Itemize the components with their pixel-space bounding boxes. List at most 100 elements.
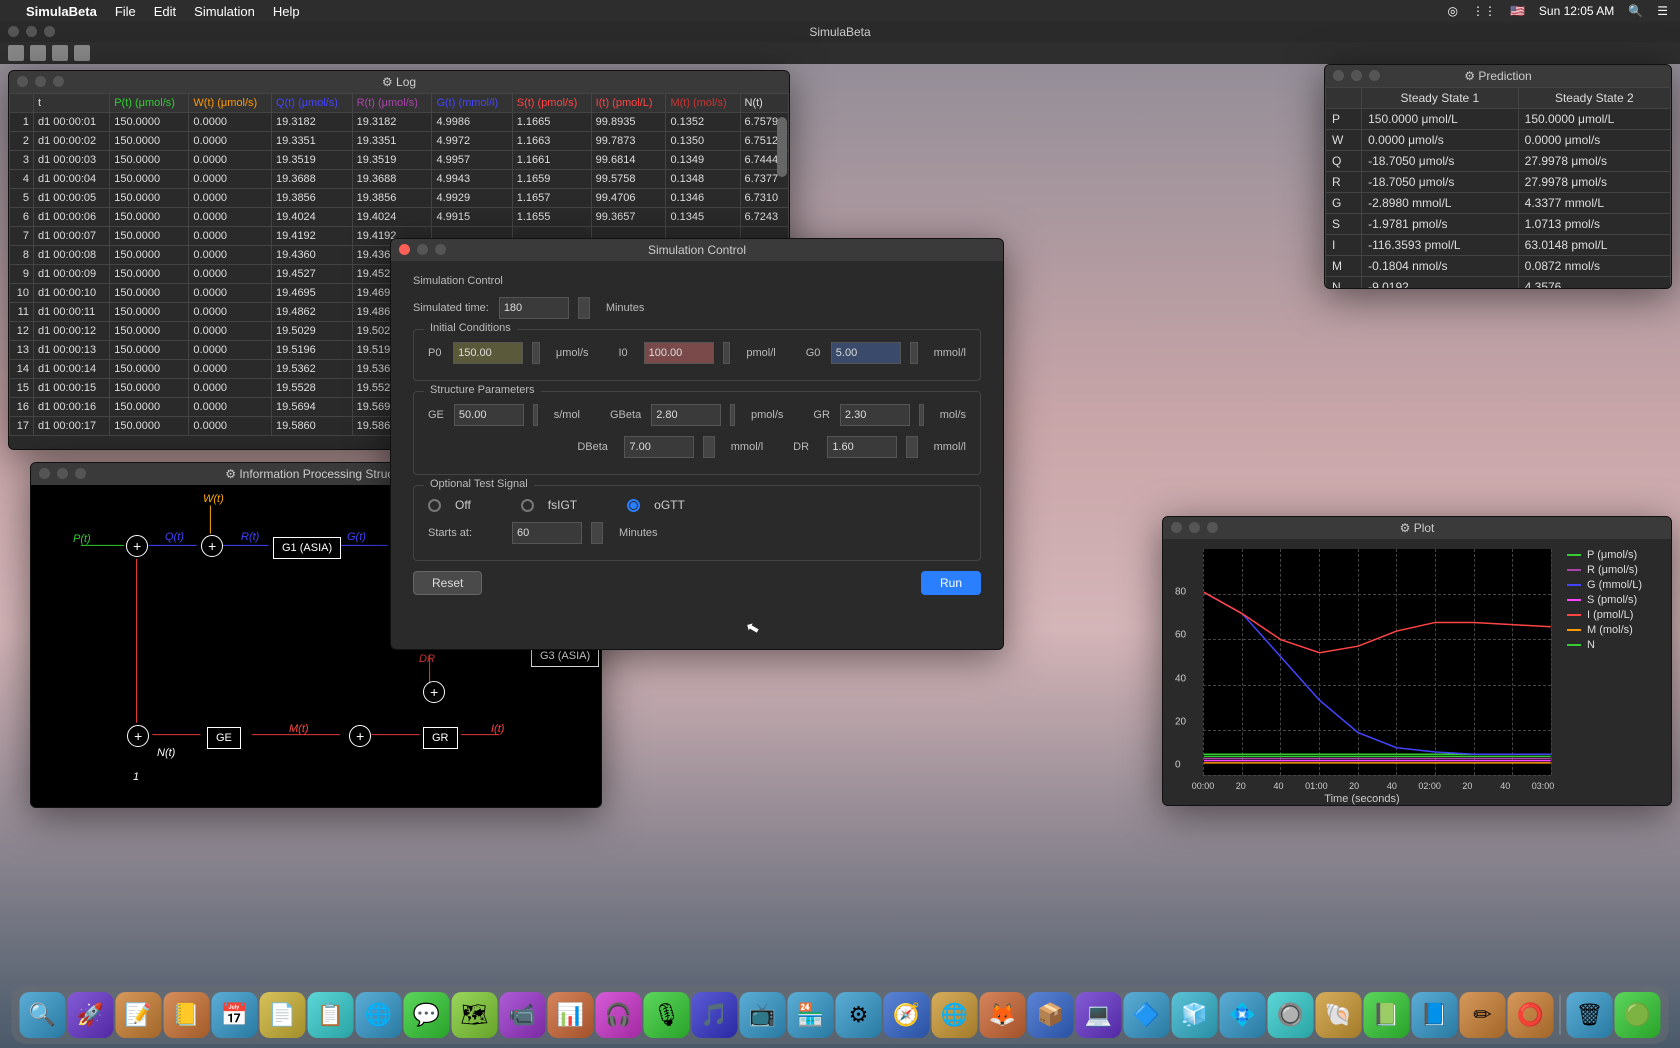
log-header[interactable]: R(t) (μmol/s)	[352, 94, 432, 113]
dock-app-icon[interactable]: 🔷	[1124, 992, 1170, 1038]
dock-app-icon[interactable]: ✏	[1460, 992, 1506, 1038]
dock-app-icon[interactable]: 🐚	[1316, 992, 1362, 1038]
table-row[interactable]: S-1.9781 pmol/s1.0713 pmol/s	[1326, 214, 1671, 235]
dock-app-icon[interactable]: 📝	[116, 992, 162, 1038]
radio-fsigt[interactable]	[521, 499, 534, 512]
table-row[interactable]: 3d1 00:00:03150.00000.000019.351919.3519…	[10, 151, 789, 170]
dock-app-icon[interactable]: 📘	[1412, 992, 1458, 1038]
run-button[interactable]: Run	[921, 571, 981, 595]
app-menu[interactable]: SimulaBeta	[26, 4, 97, 19]
menu-file[interactable]: File	[115, 4, 136, 19]
stepper[interactable]	[730, 404, 735, 426]
table-row[interactable]: 2d1 00:00:02150.00000.000019.335119.3351…	[10, 132, 789, 151]
log-header[interactable]: Q(t) (μmol/s)	[272, 94, 353, 113]
dock-app-icon[interactable]: 📄	[260, 992, 306, 1038]
sim-titlebar[interactable]: Simulation Control	[391, 239, 1003, 261]
prediction-titlebar[interactable]: ⚙ Prediction	[1325, 65, 1671, 87]
stepper[interactable]	[723, 342, 731, 364]
menu-edit[interactable]: Edit	[154, 4, 176, 19]
flag-icon[interactable]: 🇺🇸	[1510, 4, 1525, 18]
dock-app-icon[interactable]: 🌐	[932, 992, 978, 1038]
reset-button[interactable]: Reset	[413, 571, 482, 595]
menubar-clock[interactable]: Sun 12:05 AM	[1539, 4, 1614, 18]
menu-simulation[interactable]: Simulation	[194, 4, 255, 19]
menu-help[interactable]: Help	[273, 4, 300, 19]
stepper[interactable]	[906, 436, 917, 458]
control-center-icon[interactable]: ☰	[1657, 4, 1668, 18]
dock-app-icon[interactable]: 💠	[1220, 992, 1266, 1038]
stepper[interactable]	[533, 404, 538, 426]
dock-app-icon[interactable]: 🎙	[644, 992, 690, 1038]
status-icon[interactable]: ◎	[1447, 4, 1457, 18]
dock-app-icon[interactable]: 🔍	[20, 992, 66, 1038]
pred-header[interactable]: Steady State 1	[1362, 88, 1519, 109]
table-row[interactable]: 5d1 00:00:05150.00000.000019.385619.3856…	[10, 189, 789, 208]
table-row[interactable]: W0.0000 μmol/s0.0000 μmol/s	[1326, 130, 1671, 151]
log-header[interactable]: M(t) (mol/s)	[666, 94, 740, 113]
gr-input[interactable]	[840, 404, 910, 426]
dock-app-icon[interactable]: 📺	[740, 992, 786, 1038]
dock-app-icon[interactable]: 🧭	[884, 992, 930, 1038]
dock-app-icon[interactable]: 📗	[1364, 992, 1410, 1038]
table-row[interactable]: N-9.01924.3576	[1326, 277, 1671, 290]
pred-header[interactable]: Steady State 2	[1518, 88, 1670, 109]
log-header[interactable]	[10, 94, 34, 113]
log-header[interactable]: W(t) (μmol/s)	[189, 94, 272, 113]
log-header[interactable]: N(t)	[740, 94, 789, 113]
dock-app-icon[interactable]: 📅	[212, 992, 258, 1038]
stepper[interactable]	[578, 297, 590, 319]
stepper[interactable]	[919, 404, 924, 426]
dock-app-icon[interactable]: 💬	[404, 992, 450, 1038]
log-titlebar[interactable]: ⚙ Log	[9, 71, 789, 93]
dock-app-icon[interactable]: ⭕	[1508, 992, 1554, 1038]
log-header[interactable]: G(t) (mmol/l)	[432, 94, 512, 113]
toolbar-icon-2[interactable]	[30, 45, 46, 61]
log-header[interactable]: I(t) (pmol/L)	[591, 94, 666, 113]
p0-input[interactable]	[453, 342, 523, 364]
simulated-time-input[interactable]	[499, 297, 569, 319]
dock-app-icon[interactable]: 🗑	[1567, 992, 1613, 1038]
dock-app-icon[interactable]: 🎵	[692, 992, 738, 1038]
stepper[interactable]	[910, 342, 918, 364]
search-icon[interactable]: 🔍	[1628, 4, 1643, 18]
toolbar-icon-3[interactable]	[52, 45, 68, 61]
dock-app-icon[interactable]: 🟢	[1615, 992, 1661, 1038]
pred-header[interactable]	[1326, 88, 1362, 109]
dock-app-icon[interactable]: 🔘	[1268, 992, 1314, 1038]
toolbar-icon-4[interactable]	[74, 45, 90, 61]
scrollbar[interactable]	[777, 117, 787, 177]
plot-titlebar[interactable]: ⚙ Plot	[1163, 517, 1671, 539]
wifi-icon[interactable]: ⋮⋮	[1472, 4, 1496, 18]
radio-ogtt[interactable]	[627, 499, 640, 512]
dock-app-icon[interactable]: 🗺	[452, 992, 498, 1038]
dock-app-icon[interactable]: ⚙	[836, 992, 882, 1038]
table-row[interactable]: Q-18.7050 μmol/s27.9978 μmol/s	[1326, 151, 1671, 172]
window-controls[interactable]	[8, 26, 55, 37]
stepper[interactable]	[703, 436, 714, 458]
dock-app-icon[interactable]: 🚀	[68, 992, 114, 1038]
table-row[interactable]: G-2.8980 mmol/L4.3377 mmol/L	[1326, 193, 1671, 214]
table-row[interactable]: M-0.1804 nmol/s0.0872 nmol/s	[1326, 256, 1671, 277]
toolbar-icon-1[interactable]	[8, 45, 24, 61]
dock-app-icon[interactable]: 📊	[548, 992, 594, 1038]
stepper[interactable]	[591, 522, 603, 544]
log-header[interactable]: t	[34, 94, 110, 113]
table-row[interactable]: 6d1 00:00:06150.00000.000019.402419.4024…	[10, 208, 789, 227]
i0-input[interactable]	[644, 342, 714, 364]
table-row[interactable]: 1d1 00:00:01150.00000.000019.318219.3182…	[10, 113, 789, 132]
dock-app-icon[interactable]: 🏪	[788, 992, 834, 1038]
stepper[interactable]	[532, 342, 540, 364]
table-row[interactable]: R-18.7050 μmol/s27.9978 μmol/s	[1326, 172, 1671, 193]
gbeta-input[interactable]	[651, 404, 721, 426]
dock-app-icon[interactable]: 🦊	[980, 992, 1026, 1038]
table-row[interactable]: I-116.3593 pmol/L63.0148 pmol/L	[1326, 235, 1671, 256]
dock-app-icon[interactable]: 💻	[1076, 992, 1122, 1038]
dock-app-icon[interactable]: 🧊	[1172, 992, 1218, 1038]
dock-app-icon[interactable]: 🎧	[596, 992, 642, 1038]
log-header[interactable]: S(t) (pmol/s)	[512, 94, 591, 113]
dock-app-icon[interactable]: 📦	[1028, 992, 1074, 1038]
table-row[interactable]: P150.0000 μmol/L150.0000 μmol/L	[1326, 109, 1671, 130]
dock-app-icon[interactable]: 📋	[308, 992, 354, 1038]
radio-off[interactable]	[428, 499, 441, 512]
table-row[interactable]: 4d1 00:00:04150.00000.000019.368819.3688…	[10, 170, 789, 189]
